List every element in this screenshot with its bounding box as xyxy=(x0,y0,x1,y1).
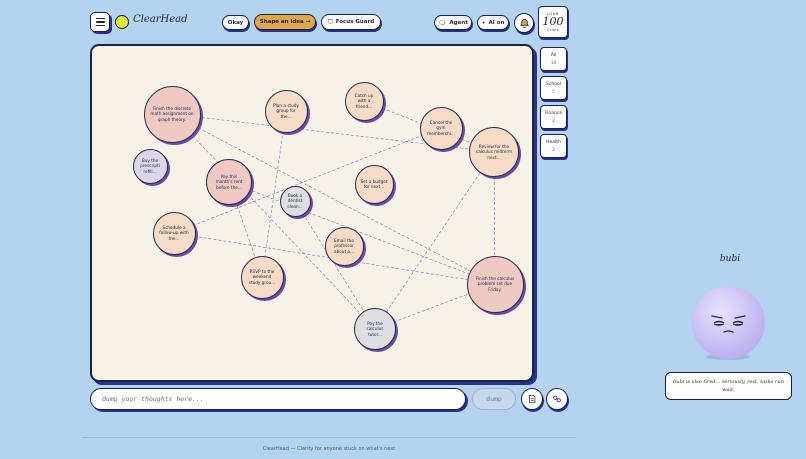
status-dot-icon: • xyxy=(481,18,486,27)
thought-node[interactable]: Pay the calculus tutor... xyxy=(354,308,396,350)
thought-node[interactable]: Book a dentist clean... xyxy=(279,185,311,217)
thought-node-text: Review for the calculus midterm next... xyxy=(475,143,513,160)
ai-toggle[interactable]: • AI on xyxy=(477,15,509,30)
category-count: 14 xyxy=(550,60,557,65)
shape-idea-button[interactable]: Shape an idea → xyxy=(254,14,316,30)
thought-node-text: Pay the calculus tutor... xyxy=(366,320,384,337)
category-label: School xyxy=(546,82,561,87)
thought-node[interactable]: Review for the calculus midterm next... xyxy=(469,127,519,177)
thought-node[interactable]: Plan a study group for the... xyxy=(264,89,308,133)
mascot-avatar[interactable] xyxy=(692,286,765,359)
dump-button-label: dump xyxy=(486,395,502,403)
category-count: 2 xyxy=(552,118,555,123)
category-count: 5 xyxy=(552,89,555,94)
footer-text: ClearHead — Clarity for anyone stuck on … xyxy=(262,446,396,452)
bell-icon xyxy=(519,18,529,28)
thought-node[interactable]: Finish the discrete math assignment on g… xyxy=(143,85,201,143)
focus-guard-label: Focus Guard xyxy=(335,19,375,25)
thought-node[interactable]: Cancel the gym membershi... xyxy=(419,106,463,150)
thought-node[interactable]: Pay this month's rent before the... xyxy=(206,159,252,205)
category-label: Health xyxy=(546,140,561,145)
thought-node[interactable]: RSVP to the weekend study grou... xyxy=(240,255,284,299)
thought-node-text: RSVP to the weekend study grou... xyxy=(248,268,276,285)
menu-icon-line xyxy=(95,24,105,27)
category-count: 2 xyxy=(552,147,555,152)
thought-node[interactable]: Email the professor about a... xyxy=(324,226,364,266)
okay-button[interactable]: Okay xyxy=(222,15,249,30)
load-status: Crisis xyxy=(546,28,560,32)
thought-node-text: Plan a study group for the... xyxy=(273,102,299,119)
load-meter: LOAD 100 Crisis xyxy=(538,6,568,38)
focus-guard-button[interactable]: ⛉ Focus Guard xyxy=(321,14,381,30)
connection-line xyxy=(294,200,376,330)
thought-node[interactable]: Finish the calculus problem set due Frid… xyxy=(466,255,524,313)
footer-divider xyxy=(82,437,576,438)
thought-node[interactable]: Buy the prescripti refill... xyxy=(132,148,168,184)
notes-button[interactable] xyxy=(521,388,543,410)
menu-icon-line xyxy=(95,17,105,20)
ai-toggle-label: AI on xyxy=(488,19,505,26)
brand-name: ClearHead xyxy=(133,14,188,25)
chat-icon: 🗨 xyxy=(438,18,447,27)
notifications-button[interactable] xyxy=(514,13,534,33)
load-value: 100 xyxy=(542,15,564,28)
category-school[interactable]: School 5 xyxy=(540,76,567,100)
thought-node[interactable]: Schedule a follow-up with the... xyxy=(152,211,196,255)
menu-icon-line xyxy=(95,21,105,23)
thought-node-text: Cancel the gym membershi... xyxy=(427,119,455,136)
thought-input[interactable] xyxy=(90,388,466,410)
shield-icon: ⛉ xyxy=(327,17,333,26)
link-icon xyxy=(553,395,561,403)
dump-button[interactable]: dump xyxy=(472,388,516,410)
thought-node[interactable]: Set a budget for next... xyxy=(354,164,394,204)
okay-label: Okay xyxy=(227,19,244,26)
thought-node-text: Schedule a follow-up with the... xyxy=(159,224,189,241)
thought-node-text: Catch up with a friend... xyxy=(354,92,374,109)
link-button[interactable] xyxy=(546,388,568,410)
thought-node-text: Book a dentist clean... xyxy=(287,192,303,209)
category-finance[interactable]: Finance 2 xyxy=(540,105,567,129)
thought-node-text: Finish the calculus problem set due Frid… xyxy=(475,275,515,292)
thought-node-text: Set a budget for next... xyxy=(360,178,388,190)
tired-face-icon xyxy=(711,315,746,333)
menu-button[interactable] xyxy=(90,12,110,32)
category-label: All xyxy=(550,53,557,58)
mascot-speech-bubble: bubi is also tired... seriously, rest. t… xyxy=(665,372,792,400)
thought-node-text: Finish the discrete math assignment on g… xyxy=(150,105,194,122)
document-icon xyxy=(529,394,536,404)
category-all[interactable]: All 14 xyxy=(540,47,567,71)
thought-node-text: Buy the prescripti refill... xyxy=(140,157,160,174)
thought-node-text: Email the professor about a... xyxy=(334,237,354,254)
shape-idea-label: Shape an idea → xyxy=(259,19,311,25)
mascot-name: bubi xyxy=(719,254,741,264)
agent-button[interactable]: 🗨 Agent xyxy=(434,15,472,30)
thought-node-text: Pay this month's rent before the... xyxy=(215,173,243,190)
category-label: Finance xyxy=(544,111,563,116)
thought-canvas[interactable]: Finish the discrete math assignment on g… xyxy=(90,44,534,382)
mascot-message: bubi is also tired... seriously, rest. t… xyxy=(673,379,784,393)
category-health[interactable]: Health 2 xyxy=(540,134,567,158)
thought-node[interactable]: Catch up with a friend... xyxy=(344,81,384,121)
agent-label: Agent xyxy=(449,19,468,26)
logo-icon xyxy=(115,15,129,29)
